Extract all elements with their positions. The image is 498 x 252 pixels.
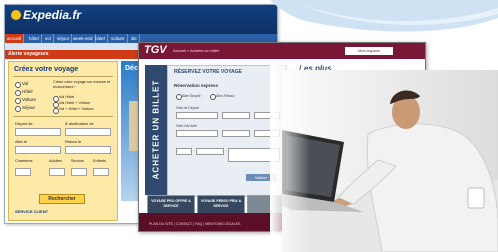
divider (13, 116, 113, 117)
panel-title: RÉSERVEZ VOTRE VOYAGE (174, 69, 242, 75)
form-intro: Créez votre voyage sur mesure et économi… (53, 80, 111, 89)
voyage-pro-label: VOYAGE PRO OFFRE & SERVICE (151, 199, 191, 208)
passengers-select[interactable] (176, 148, 192, 155)
aller-retour-label: Aller-Retour (216, 94, 235, 98)
radio-hotel[interactable] (15, 90, 21, 96)
ville-depart-input[interactable] (176, 112, 218, 119)
choice-vol-hotel-voiture: Vol Hôtel + Voiture (59, 101, 91, 105)
man-with-laptop-photo (282, 70, 498, 252)
divider (13, 76, 113, 77)
expedia-header: Expedia.fr (5, 5, 277, 35)
photo-fade (270, 60, 310, 252)
buy-ticket-sidebar: ACHETER UN BILLET (145, 65, 167, 195)
buy-ticket-label: ACHETER UN BILLET (151, 79, 161, 180)
tab-hotel-2[interactable]: hôtel (93, 34, 108, 43)
booking-panel: RÉSERVEZ VOTRE VOYAGE Réservation expres… (167, 65, 287, 197)
search-button[interactable]: Rechercher (39, 194, 85, 204)
breadcrumb[interactable]: Accueil » Acheter un billet (173, 49, 219, 53)
tab-hotel[interactable]: hôtel (27, 34, 42, 43)
chambres-label: Chambres (15, 159, 33, 163)
retour-date-input[interactable] (65, 146, 111, 154)
service-client-label: SERVICE CLIENT (15, 209, 49, 214)
retour-label: Retour le (65, 139, 82, 144)
destination-label: À destination de (65, 121, 94, 126)
reservation-label: Réservation express (174, 83, 219, 88)
radio-sejour[interactable] (15, 106, 21, 112)
option-vol: Vol (22, 81, 29, 86)
radio-voiture[interactable] (15, 98, 21, 104)
aller-simple-label: Aller Simple (182, 94, 201, 98)
age-select[interactable] (196, 148, 224, 155)
chambres-select[interactable] (15, 168, 31, 176)
option-sejour: Séjour (22, 105, 36, 110)
tgv-header: TGV Accueil » Acheter un billet Mon espa… (139, 43, 425, 59)
tab-accueil[interactable]: accueil (5, 34, 25, 43)
adultes-select[interactable] (49, 168, 65, 176)
seniors-select[interactable] (71, 168, 87, 176)
aller-label: Aller le (15, 139, 28, 144)
adultes-label: Adultes (49, 159, 62, 163)
depart-label: Départ de (15, 121, 33, 126)
tab-voiture[interactable]: voiture (109, 34, 128, 43)
voyage-perso-label: VOYAGE PERSO PRIX & SERVICE (200, 199, 242, 208)
depart-input[interactable] (15, 128, 61, 136)
depart-date-input[interactable] (222, 112, 250, 119)
ville-arrivee-input[interactable] (176, 130, 218, 137)
tgv-logo[interactable]: TGV (144, 45, 167, 56)
enfants-label: Enfants (93, 159, 106, 163)
tab-sejour[interactable]: séjour (55, 34, 73, 43)
form-title: Créez votre voyage (14, 66, 79, 73)
aller-date-input[interactable] (15, 146, 61, 154)
destination-input[interactable] (65, 128, 111, 136)
seniors-label: Seniors (71, 159, 84, 163)
enfants-select[interactable] (93, 168, 109, 176)
expedia-logo-icon (11, 10, 21, 20)
choice-vol-hotel: Vol Hôtel (59, 95, 75, 99)
alert-text[interactable]: Alerte voyageurs (8, 52, 49, 57)
option-hotel: Hôtel (22, 89, 33, 94)
footer-links[interactable]: PLAN DU SITE | CONTACT | FAQ | MENTIONS … (149, 222, 240, 227)
tab-vol[interactable]: vol (43, 34, 54, 43)
option-voiture: Voiture (22, 97, 37, 102)
choice-3: Vol + Hôtel + Voiture (59, 107, 94, 111)
ville-arrivee-label: Ville d'Arrivée (176, 124, 198, 128)
expedia-logo[interactable]: Expedia.fr (23, 9, 81, 21)
radio-vol[interactable] (15, 82, 21, 88)
swoosh-decoration (270, 0, 498, 32)
tab-week-end[interactable]: week-end (71, 34, 96, 43)
ville-depart-label: Ville de Départ (176, 106, 199, 110)
account-button[interactable]: Mon espace (345, 47, 393, 55)
trip-search-form: Créez votre voyage Vol Hôtel Voiture Séj… (8, 61, 118, 221)
retour-date-input[interactable] (222, 130, 250, 137)
